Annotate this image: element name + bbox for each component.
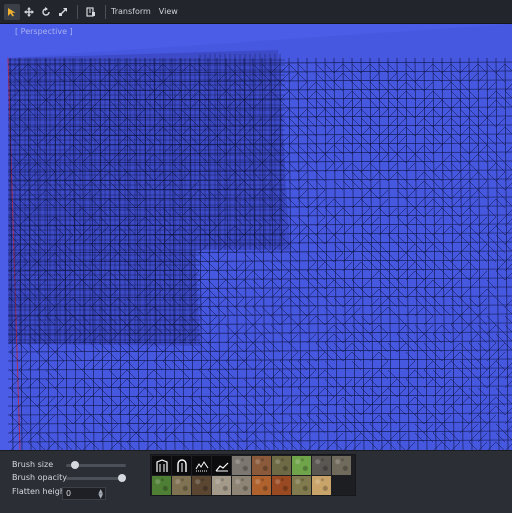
menu-transform[interactable]: Transform <box>111 7 151 16</box>
brush-opacity-handle[interactable] <box>118 474 126 482</box>
terrain-wireframe-mesh <box>7 24 512 450</box>
flatten-height-spinbox[interactable]: 0 ▲ ▼ <box>62 487 106 500</box>
brush-1-icon[interactable] <box>152 456 171 475</box>
toolbar: Transform View <box>0 0 512 24</box>
snap-icon[interactable] <box>83 4 99 20</box>
texture-dark-stone[interactable] <box>312 456 331 475</box>
texture-mossy-dirt[interactable] <box>272 456 291 475</box>
texture-stone-moss[interactable] <box>332 456 351 475</box>
texture-brown-dirt[interactable] <box>252 456 271 475</box>
brush-3-icon[interactable] <box>192 456 211 475</box>
texture-pebbles[interactable] <box>232 476 251 495</box>
texture-grass-patch[interactable] <box>152 476 171 495</box>
texture-light-stone[interactable] <box>212 476 231 495</box>
texture-olive-ground[interactable] <box>292 476 311 495</box>
flatten-height-value: 0 <box>66 489 72 498</box>
flatten-height-label: Flatten height <box>12 487 69 496</box>
viewport-3d[interactable]: [ Perspective ] <box>0 24 512 450</box>
texture-tan-soil[interactable] <box>172 476 191 495</box>
scale-icon[interactable] <box>55 4 71 20</box>
brush-opacity-label: Brush opacity <box>12 473 67 482</box>
toolbar-separator <box>105 4 106 19</box>
texture-rust-clay[interactable] <box>272 476 291 495</box>
brush-4-icon[interactable] <box>212 456 231 475</box>
brush-texture-palette <box>150 454 356 496</box>
texture-grey-rock[interactable] <box>232 456 251 475</box>
menu-view[interactable]: View <box>159 7 178 16</box>
texture-green-grass[interactable] <box>292 456 311 475</box>
select-tool-icon[interactable] <box>4 3 20 20</box>
toolbar-separator <box>77 4 78 19</box>
brush-2-icon[interactable] <box>172 456 191 475</box>
move-icon[interactable] <box>21 4 37 20</box>
texture-orange-clay[interactable] <box>252 476 271 495</box>
texture-sand[interactable] <box>312 476 331 495</box>
rotate-icon[interactable] <box>38 4 54 20</box>
brush-opacity-slider[interactable] <box>66 474 126 482</box>
spin-arrows-icon[interactable]: ▲ ▼ <box>98 489 103 500</box>
viewport-perspective-label[interactable]: [ Perspective ] <box>15 27 73 36</box>
brush-size-label: Brush size <box>12 460 54 469</box>
brush-size-slider[interactable] <box>66 461 126 469</box>
texture-dark-soil[interactable] <box>192 476 211 495</box>
